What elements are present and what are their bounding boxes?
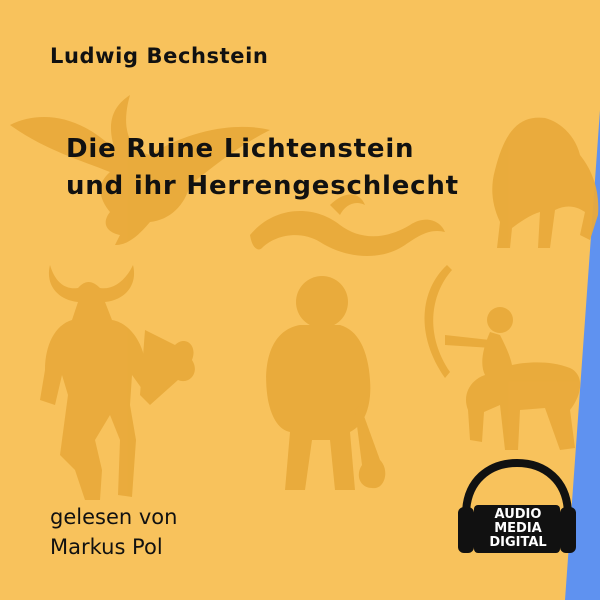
logo-line-audio: AUDIO	[494, 507, 542, 522]
audio-media-digital-logo: AUDIO MEDIA DIGITAL	[452, 455, 582, 565]
book-title-line-2: und ihr Herrengeschlecht	[66, 171, 459, 201]
book-title-line-1: Die Ruine Lichtenstein	[66, 134, 415, 164]
audiobook-cover: Ludwig Bechstein Die Ruine Lichtenstein …	[0, 0, 600, 600]
book-title: Die Ruine Lichtenstein und ihr Herrenges…	[66, 131, 566, 205]
logo-text: AUDIO MEDIA DIGITAL	[476, 508, 560, 550]
narrator-label: gelesen von	[50, 505, 178, 529]
logo-line-media: MEDIA	[494, 521, 542, 536]
author-name: Ludwig Bechstein	[50, 44, 269, 68]
logo-line-digital: DIGITAL	[489, 535, 547, 550]
narrator-name: Markus Pol	[50, 535, 163, 559]
